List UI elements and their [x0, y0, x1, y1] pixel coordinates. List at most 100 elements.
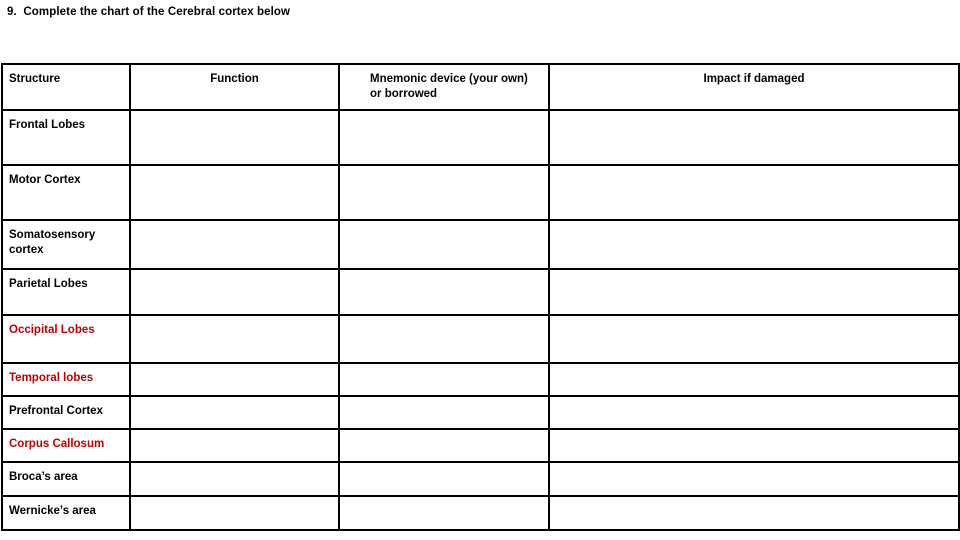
table-row: Prefrontal Cortex [1, 395, 960, 430]
table-row: Parietal Lobes [1, 268, 960, 316]
structure-label: Broca’s area [9, 471, 78, 483]
cell-mnemonic[interactable] [338, 314, 550, 364]
structure-label: Corpus Callosum [9, 438, 105, 450]
cell-mnemonic[interactable] [338, 109, 550, 166]
cell-function[interactable] [129, 268, 340, 316]
function-answer [131, 430, 338, 431]
cell-impact[interactable] [548, 495, 960, 531]
structure-label: Frontal Lobes [9, 119, 86, 131]
cell-impact[interactable] [548, 109, 960, 166]
table-row: Wernicke’s area [1, 495, 960, 531]
cell-structure: Occipital Lobes [1, 314, 131, 364]
structure-label: Parietal Lobes [9, 278, 88, 290]
table-row: Frontal Lobes [1, 109, 960, 166]
cell-structure: Temporal lobes [1, 362, 131, 397]
cell-structure: Somatosensory cortex [1, 219, 131, 270]
mnemonic-answer [340, 111, 548, 112]
mnemonic-answer [340, 364, 548, 365]
table-header-row: Structure Function Mnemonic device (your… [1, 63, 960, 111]
impact-answer [550, 463, 958, 464]
cell-mnemonic[interactable] [338, 461, 550, 497]
mnemonic-answer [340, 430, 548, 431]
structure-label: Wernicke’s area [9, 505, 96, 517]
impact-answer [550, 430, 958, 431]
mnemonic-answer [340, 463, 548, 464]
structure-label: Motor Cortex [9, 174, 81, 186]
column-header-mnemonic: Mnemonic device (your own) or borrowed [338, 63, 550, 111]
function-answer [131, 221, 338, 222]
function-answer [131, 497, 338, 498]
impact-answer [550, 166, 958, 167]
cell-impact[interactable] [548, 219, 960, 270]
cell-function[interactable] [129, 428, 340, 463]
impact-answer [550, 397, 958, 398]
column-header-mnemonic-label: Mnemonic device (your own) or borrowed [370, 73, 528, 100]
function-answer [131, 166, 338, 167]
column-header-impact-label: Impact if damaged [703, 73, 805, 85]
cell-impact[interactable] [548, 395, 960, 430]
mnemonic-answer [340, 397, 548, 398]
mnemonic-answer [340, 166, 548, 167]
mnemonic-answer [340, 221, 548, 222]
mnemonic-answer [340, 497, 548, 498]
cell-function[interactable] [129, 109, 340, 166]
cell-structure: Motor Cortex [1, 164, 131, 221]
cell-mnemonic[interactable] [338, 395, 550, 430]
structure-label: Temporal lobes [9, 372, 94, 384]
cell-mnemonic[interactable] [338, 362, 550, 397]
mnemonic-answer [340, 316, 548, 317]
cell-function[interactable] [129, 219, 340, 270]
structure-label: Occipital Lobes [9, 324, 95, 336]
table-row: Corpus Callosum [1, 428, 960, 463]
cell-function[interactable] [129, 314, 340, 364]
cell-impact[interactable] [548, 428, 960, 463]
function-answer [131, 316, 338, 317]
column-header-function-label: Function [210, 73, 259, 85]
cell-structure: Wernicke’s area [1, 495, 131, 531]
column-header-impact: Impact if damaged [548, 63, 960, 111]
table-row: Motor Cortex [1, 164, 960, 221]
cell-impact[interactable] [548, 164, 960, 221]
function-answer [131, 111, 338, 112]
cell-structure: Corpus Callosum [1, 428, 131, 463]
cell-mnemonic[interactable] [338, 268, 550, 316]
function-answer [131, 397, 338, 398]
cell-function[interactable] [129, 395, 340, 430]
cell-mnemonic[interactable] [338, 495, 550, 531]
impact-answer [550, 316, 958, 317]
table-row: Broca’s area [1, 461, 960, 497]
cerebral-cortex-table: Structure Function Mnemonic device (your… [1, 63, 960, 531]
column-header-structure: Structure [1, 63, 131, 111]
cell-impact[interactable] [548, 461, 960, 497]
cell-structure: Broca’s area [1, 461, 131, 497]
cell-impact[interactable] [548, 268, 960, 316]
cell-impact[interactable] [548, 314, 960, 364]
table-row: Temporal lobes [1, 362, 960, 397]
cell-function[interactable] [129, 461, 340, 497]
function-answer [131, 364, 338, 365]
cell-mnemonic[interactable] [338, 219, 550, 270]
cell-function[interactable] [129, 495, 340, 531]
column-header-function: Function [129, 63, 340, 111]
table-row: Occipital Lobes [1, 314, 960, 364]
cell-mnemonic[interactable] [338, 164, 550, 221]
function-answer [131, 463, 338, 464]
mnemonic-answer [340, 270, 548, 271]
cell-structure: Parietal Lobes [1, 268, 131, 316]
impact-answer [550, 270, 958, 271]
structure-label: Prefrontal Cortex [9, 405, 103, 417]
table-row: Somatosensory cortex [1, 219, 960, 270]
cell-impact[interactable] [548, 362, 960, 397]
cell-function[interactable] [129, 164, 340, 221]
cell-structure: Prefrontal Cortex [1, 395, 131, 430]
column-header-structure-label: Structure [9, 73, 61, 85]
impact-answer [550, 497, 958, 498]
cell-structure: Frontal Lobes [1, 109, 131, 166]
page-title: 9. Complete the chart of the Cerebral co… [7, 6, 291, 18]
worksheet-page: 9. Complete the chart of the Cerebral co… [0, 0, 960, 540]
impact-answer [550, 111, 958, 112]
cell-function[interactable] [129, 362, 340, 397]
cell-mnemonic[interactable] [338, 428, 550, 463]
structure-label: Somatosensory cortex [9, 229, 96, 256]
impact-answer [550, 221, 958, 222]
